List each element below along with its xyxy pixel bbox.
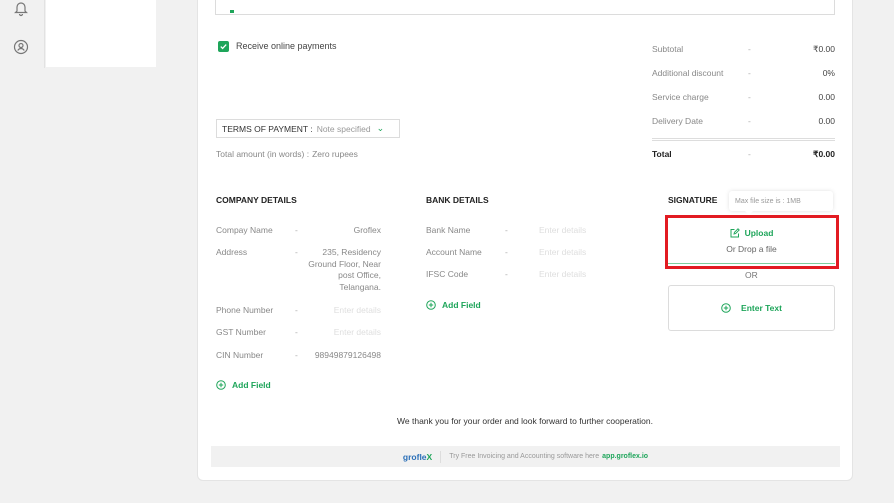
phone-number-row[interactable]: Phone Number - Enter details	[216, 305, 381, 317]
field-label: Phone Number	[216, 305, 274, 315]
summary-value: ₹0.00	[813, 44, 835, 54]
field-sep: -	[295, 327, 298, 337]
summary-row-subtotal: Subtotal - ₹0.00	[652, 44, 835, 55]
groflex-logo: grofleX	[403, 452, 432, 462]
terms-label: TERMS OF PAYMENT :	[222, 123, 313, 134]
enter-text-label: Enter Text	[741, 303, 782, 313]
ifsc-code-row[interactable]: IFSC Code - Enter details	[426, 269, 591, 281]
summary-sep: -	[748, 92, 751, 102]
enter-text-button[interactable]: Enter Text	[668, 285, 835, 331]
terms-value: Note specified	[316, 123, 371, 134]
bell-icon[interactable]	[12, 0, 30, 17]
address-value[interactable]: 235, Residency Ground Floor, Near post O…	[305, 247, 381, 293]
plus-circle-icon	[721, 303, 731, 313]
summary-label: Additional discount	[652, 68, 724, 78]
plus-circle-icon	[426, 300, 436, 310]
field-label: Address	[216, 247, 248, 257]
address-row[interactable]: Address - 235, Residency Ground Floor, N…	[216, 247, 381, 293]
field-label: Compay Name	[216, 225, 273, 235]
field-sep: -	[295, 247, 298, 257]
brand-x: X	[426, 451, 433, 462]
summary-divider	[652, 138, 835, 141]
summary-label: Delivery Date	[652, 116, 704, 126]
rail-divider	[44, 0, 45, 68]
gst-number-row[interactable]: GST Number - Enter details	[216, 327, 381, 339]
terms-of-payment-select[interactable]: TERMS OF PAYMENT : Note specified ⌄	[216, 119, 400, 138]
side-panel	[46, 0, 156, 67]
plus-circle-icon	[216, 380, 226, 390]
receive-online-payments-label: Receive online payments	[236, 41, 337, 51]
summary-sep: -	[748, 116, 751, 126]
field-label: IFSC Code	[426, 269, 469, 279]
add-field-label: Add Field	[442, 300, 481, 310]
edit-icon	[730, 227, 740, 237]
bank-name-input[interactable]: Enter details	[515, 225, 591, 237]
summary-sep: -	[748, 68, 751, 78]
field-sep: -	[505, 247, 508, 257]
upload-label: Upload	[744, 227, 774, 238]
summary-row-service-charge[interactable]: Service charge - 0.00	[652, 92, 835, 102]
total-label: Total	[652, 149, 672, 159]
thank-you-message: We thank you for your order and look for…	[397, 416, 653, 426]
ifsc-code-input[interactable]: Enter details	[515, 269, 591, 281]
field-label: GST Number	[216, 327, 266, 337]
notes-box-marker	[230, 10, 234, 13]
amount-in-words: Total amount (in words) : Zero rupees	[216, 149, 358, 159]
cin-number-row[interactable]: CIN Number - 98949879126498	[216, 350, 381, 362]
company-name-row[interactable]: Compay Name - Groflex	[216, 225, 381, 237]
summary-sep: -	[748, 44, 751, 54]
groflex-link[interactable]: app.groflex.io	[602, 453, 648, 460]
company-details-title: COMPANY DETAILS	[216, 195, 297, 205]
gst-number-input[interactable]: Enter details	[305, 327, 381, 339]
company-add-field-button[interactable]: Add Field	[216, 380, 271, 390]
field-sep: -	[295, 305, 298, 315]
notes-box[interactable]	[215, 0, 835, 15]
summary-value: 0.00	[818, 92, 835, 102]
total-value: ₹0.00	[813, 149, 835, 159]
company-name-value[interactable]: Groflex	[305, 225, 381, 237]
field-label: CIN Number	[216, 350, 264, 360]
checkmark-icon	[220, 44, 227, 50]
account-name-row[interactable]: Account Name - Enter details	[426, 247, 591, 259]
left-rail	[0, 0, 44, 503]
signature-title: SIGNATURE	[668, 195, 718, 205]
phone-number-input[interactable]: Enter details	[305, 305, 381, 317]
field-label: Bank Name	[426, 225, 471, 235]
amount-in-words-value: Zero rupees	[312, 149, 358, 159]
field-sep: -	[505, 269, 508, 279]
account-name-input[interactable]: Enter details	[515, 247, 591, 259]
cin-number-value[interactable]: 98949879126498	[305, 350, 381, 362]
field-sep: -	[295, 350, 298, 360]
signature-upload-dropzone[interactable]: Upload Or Drop a file	[668, 218, 835, 264]
chevron-down-icon: ⌄	[376, 123, 385, 133]
field-sep: -	[505, 225, 508, 235]
field-sep: -	[295, 225, 298, 235]
brand-text: grofle	[402, 451, 427, 462]
footer-divider	[440, 450, 442, 463]
summary-row-total: Total - ₹0.00	[652, 149, 835, 160]
summary-value: 0%	[822, 68, 835, 78]
upload-button[interactable]: Upload	[730, 227, 774, 238]
bank-details-title: BANK DETAILS	[426, 195, 489, 205]
user-circle-icon[interactable]	[12, 38, 30, 56]
footer-promo-bar: grofleX Try Free Invoicing and Accountin…	[211, 446, 840, 467]
summary-row-discount[interactable]: Additional discount - 0%	[652, 68, 835, 78]
max-file-size-tooltip: Max file size is : 1MB	[729, 191, 833, 215]
promo-text: Try Free Invoicing and Accounting softwa…	[449, 453, 600, 460]
amount-in-words-label: Total amount (in words) :	[216, 149, 310, 159]
summary-row-delivery-date[interactable]: Delivery Date - 0.00	[652, 116, 835, 126]
bank-name-row[interactable]: Bank Name - Enter details	[426, 225, 591, 237]
summary-sep: -	[748, 149, 751, 159]
bank-add-field-button[interactable]: Add Field	[426, 300, 481, 310]
add-field-label: Add Field	[232, 380, 271, 390]
receive-online-payments-checkbox[interactable]	[218, 41, 229, 52]
or-separator: OR	[745, 270, 758, 280]
summary-label: Service charge	[652, 92, 709, 102]
summary-label: Subtotal	[652, 44, 684, 54]
summary-value: 0.00	[818, 116, 835, 126]
field-label: Account Name	[426, 247, 482, 257]
drop-file-label: Or Drop a file	[726, 243, 777, 254]
